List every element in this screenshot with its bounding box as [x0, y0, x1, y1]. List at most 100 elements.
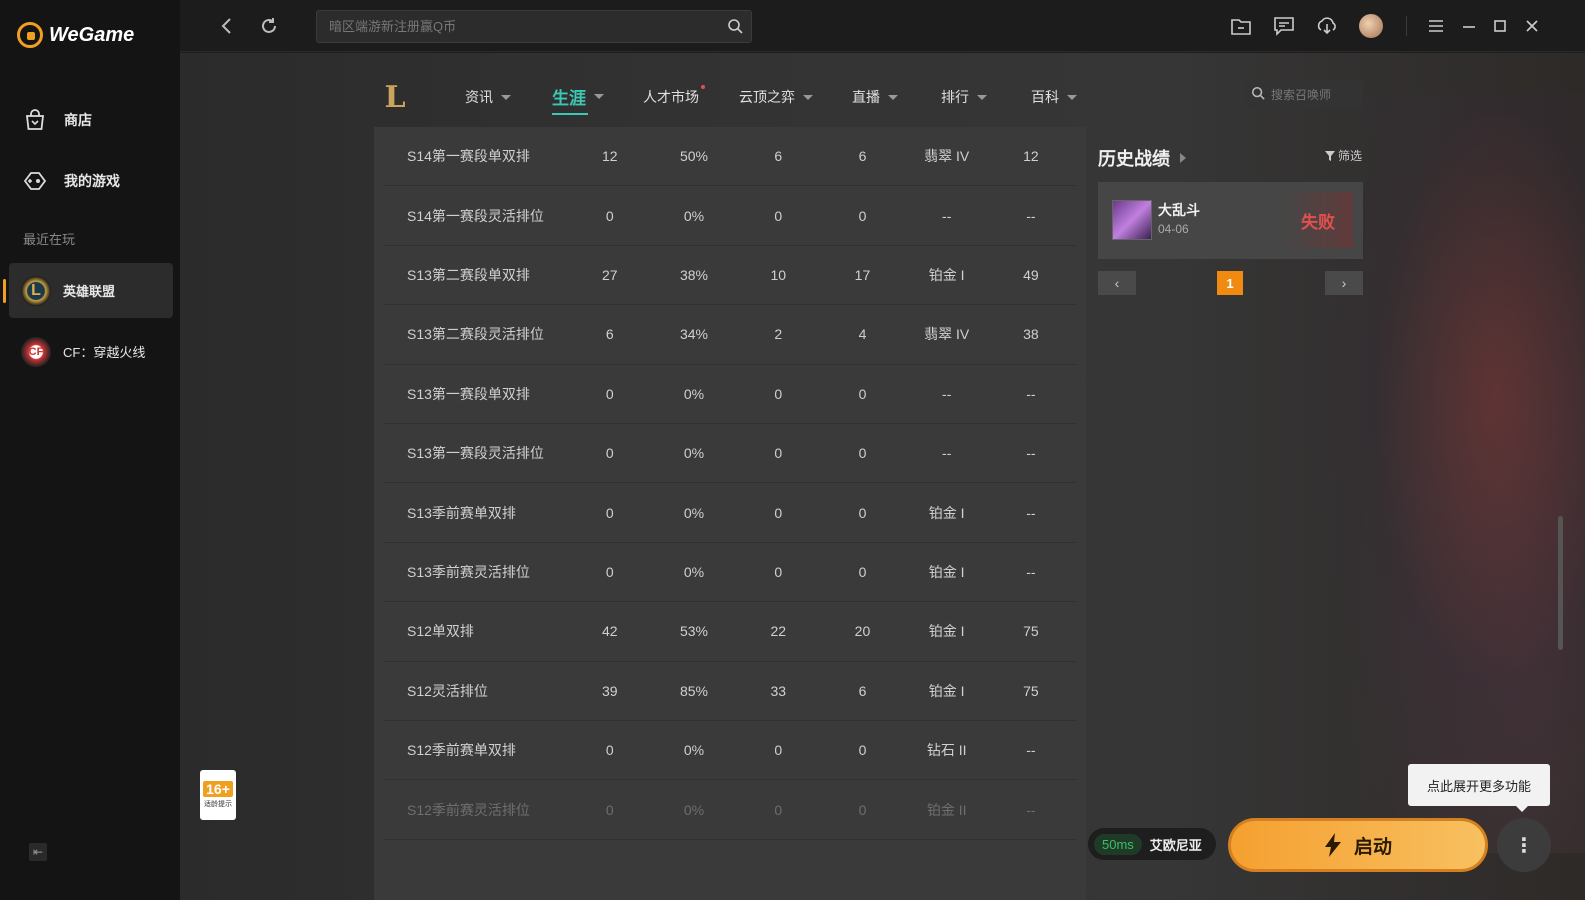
cell-season: S13第二赛段单双排	[407, 266, 530, 283]
chevron-down-icon	[501, 94, 511, 100]
age-rating-value: 16+	[203, 781, 233, 797]
cell-losses: 17	[854, 266, 871, 283]
maximize-icon[interactable]	[1486, 12, 1514, 40]
game-label: CF：穿越火线	[63, 345, 146, 360]
search-icon[interactable]	[1251, 86, 1265, 105]
cell-total: 12	[601, 148, 618, 165]
cell-wins: 22	[770, 623, 787, 640]
cell-total: 6	[605, 326, 614, 343]
tab-live[interactable]: 直播	[852, 87, 898, 107]
match-card[interactable]: 大乱斗 04-06 失败	[1098, 182, 1363, 259]
cell-rank: 铂金 I	[928, 623, 965, 640]
next-page-button[interactable]: ›	[1325, 271, 1363, 295]
league-logo-icon[interactable]: L	[375, 75, 415, 119]
wegame-logo[interactable]: WeGame	[17, 22, 134, 48]
table-row: S14第一赛段灵活排位 0 0% 0 0 -- --	[384, 186, 1076, 246]
cell-winrate: 0%	[683, 445, 705, 462]
cell-season: S12单双排	[407, 623, 474, 640]
cell-wins: 6	[774, 148, 783, 165]
age-rating-badge: 16+ 适龄提示	[200, 770, 236, 820]
sidebar-item-my-games[interactable]: 我的游戏	[22, 168, 120, 194]
cell-losses: 0	[858, 207, 867, 224]
menu-icon[interactable]	[1422, 12, 1450, 40]
message-icon[interactable]	[1270, 12, 1298, 40]
inbox-icon[interactable]	[1227, 12, 1255, 40]
launch-button[interactable]: 启动	[1228, 818, 1488, 872]
table-row: S13第二赛段单双排 27 38% 10 17 铂金 I 49	[384, 246, 1076, 306]
cell-total: 0	[605, 742, 614, 759]
cell-winrate: 0%	[683, 207, 705, 224]
search-input[interactable]	[317, 11, 697, 42]
prev-page-button[interactable]: ‹	[1098, 271, 1136, 295]
cell-season: S13季前赛灵活排位	[407, 563, 530, 580]
cell-season: S13第一赛段灵活排位	[407, 445, 544, 462]
table-row: S12季前赛灵活排位 0 0% 0 0 铂金 II --	[384, 780, 1076, 840]
gamepad-icon	[22, 168, 48, 194]
tab-label: 资讯	[465, 89, 493, 105]
tab-career[interactable]: 生涯	[552, 84, 604, 115]
avatar[interactable]	[1357, 12, 1385, 40]
cell-winrate: 0%	[683, 385, 705, 402]
cell-winrate: 53%	[679, 623, 708, 640]
wegame-logo-icon	[17, 22, 43, 48]
cell-lp: --	[1026, 504, 1036, 521]
lightning-icon	[1324, 833, 1341, 857]
summoner-search	[1245, 81, 1363, 109]
history-title[interactable]: 历史战绩	[1098, 145, 1186, 171]
collapse-sidebar-icon[interactable]: ⇤	[29, 843, 47, 861]
tab-news[interactable]: 资讯	[465, 87, 511, 107]
sidebar-item-shop[interactable]: 商店	[22, 107, 92, 133]
cell-total: 0	[605, 563, 614, 580]
cell-losses: 6	[858, 682, 867, 699]
minimize-icon[interactable]	[1455, 12, 1483, 40]
back-icon[interactable]	[214, 14, 238, 38]
refresh-icon[interactable]	[257, 14, 281, 38]
tab-talent-market[interactable]: 人才市场	[643, 85, 705, 107]
table-row: S13第一赛段灵活排位 0 0% 0 0 -- --	[384, 424, 1076, 484]
match-date: 04-06	[1158, 222, 1189, 236]
more-vertical-icon[interactable]: ⋮	[1497, 818, 1551, 872]
divider	[1406, 16, 1407, 36]
tab-ranking[interactable]: 排行	[941, 87, 987, 107]
sidebar-game-crossfire[interactable]: CF CF：穿越火线	[9, 324, 173, 379]
tab-label: 百科	[1031, 89, 1059, 105]
shop-bag-icon	[22, 107, 48, 133]
cell-winrate: 38%	[679, 266, 708, 283]
cell-winrate: 0%	[683, 563, 705, 580]
download-icon[interactable]	[1313, 12, 1341, 40]
more-features-tooltip: 点此展开更多功能	[1408, 764, 1550, 812]
table-row: S12灵活排位 39 85% 33 6 铂金 I 75	[384, 662, 1076, 721]
cell-total: 42	[601, 623, 618, 640]
cell-total: 0	[605, 801, 614, 818]
cell-wins: 33	[770, 682, 787, 699]
chevron-down-icon	[594, 94, 604, 99]
cell-wins: 0	[774, 385, 783, 402]
game-nav: L 资讯 生涯 人才市场 云顶之弈 直播 排行 百科	[375, 75, 1375, 119]
table-row: S12单双排 42 53% 22 20 铂金 I 75	[384, 602, 1076, 662]
tab-tft[interactable]: 云顶之弈	[739, 87, 813, 107]
cell-lp: --	[1026, 801, 1036, 818]
close-icon[interactable]	[1518, 12, 1546, 40]
cell-season: S12季前赛单双排	[407, 742, 516, 759]
page-number[interactable]: 1	[1217, 271, 1243, 295]
filter-button[interactable]: 筛选	[1325, 147, 1362, 164]
cell-losses: 20	[854, 623, 871, 640]
scrollbar[interactable]	[1558, 516, 1563, 650]
server-selector[interactable]: 50ms 艾欧尼亚	[1088, 828, 1216, 860]
cell-rank: 铂金 I	[928, 504, 965, 521]
cell-wins: 0	[774, 742, 783, 759]
sidebar-game-league-of-legends[interactable]: L 英雄联盟	[3, 263, 173, 318]
search-icon[interactable]	[727, 18, 743, 34]
summoner-search-input[interactable]	[1271, 88, 1357, 102]
filter-icon	[1325, 150, 1335, 161]
cell-lp: 12	[1023, 148, 1039, 165]
tab-wiki[interactable]: 百科	[1031, 87, 1077, 107]
cell-total: 39	[601, 682, 618, 699]
cell-losses: 0	[858, 563, 867, 580]
chevron-down-icon	[803, 94, 813, 100]
cell-wins: 0	[774, 563, 783, 580]
cell-wins: 10	[770, 266, 787, 283]
cell-lp: 38	[1023, 326, 1039, 343]
cell-total: 0	[605, 207, 614, 224]
cell-lp: --	[1026, 742, 1036, 759]
